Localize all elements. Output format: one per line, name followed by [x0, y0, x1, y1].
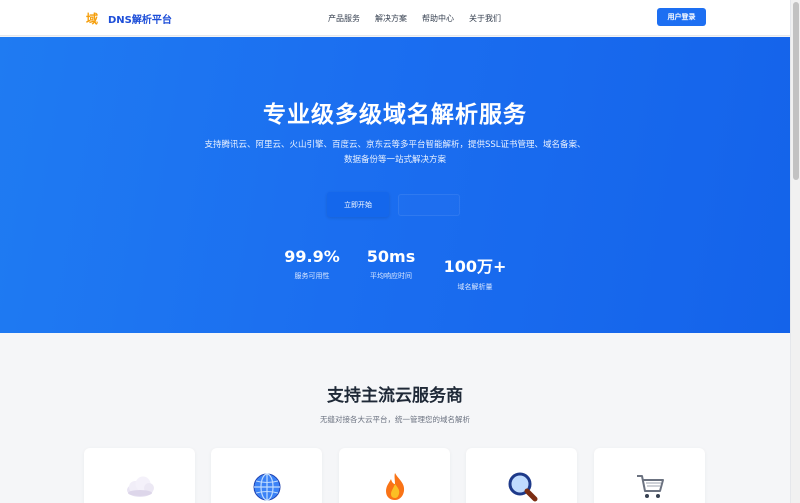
stat-resolution-volume: 100万+ 域名解析量 [435, 253, 515, 292]
providers-section: 支持主流云服务商 无缝对接各大云平台，统一管理您的域名解析 [0, 333, 790, 503]
vertical-scrollbar[interactable] [790, 0, 800, 503]
login-button[interactable]: 用户登录 [657, 8, 706, 26]
providers-title: 支持主流云服务商 [327, 386, 463, 406]
secondary-button[interactable] [398, 194, 460, 216]
shopping-cart-icon [637, 475, 664, 498]
provider-card[interactable] [339, 448, 450, 503]
start-button[interactable]: 立即开始 [327, 192, 389, 217]
logo-icon: 域 [86, 11, 99, 26]
nav-link-products[interactable]: 产品服务 [328, 13, 360, 24]
logo-text: DNS解析平台 [108, 14, 172, 26]
provider-card[interactable] [84, 448, 195, 503]
stat-label: 服务可用性 [294, 272, 330, 280]
logo[interactable]: 域 DNS解析平台 [86, 9, 172, 27]
fire-icon [386, 473, 405, 500]
hero-description-line-2: 数据备份等一站式解决方案 [343, 155, 446, 165]
stat-value: 50ms [366, 247, 416, 266]
stat-label: 平均响应时间 [370, 272, 412, 280]
nav-links: 产品服务 解决方案 帮助中心 关于我们 [328, 0, 516, 36]
nav-link-about[interactable]: 关于我们 [469, 13, 501, 24]
scrollbar-thumb[interactable] [793, 2, 799, 180]
providers-subtitle: 无缝对接各大云平台，统一管理您的域名解析 [320, 415, 470, 424]
provider-card[interactable] [211, 448, 322, 503]
top-navbar: 域 DNS解析平台 产品服务 解决方案 帮助中心 关于我们 用户登录 [0, 0, 790, 36]
globe-icon [253, 473, 281, 501]
stat-label: 域名解析量 [457, 283, 493, 291]
hero-description-line-1: 支持腾讯云、阿里云、火山引擎、百度云、京东云等多平台智能解析，提供SSL证书管理… [204, 140, 586, 150]
stat-value: 100万+ [443, 257, 507, 276]
hero-description: 支持腾讯云、阿里云、火山引擎、百度云、京东云等多平台智能解析，提供SSL证书管理… [180, 138, 610, 168]
nav-link-help[interactable]: 帮助中心 [422, 13, 454, 24]
hero-section: 专业级多级域名解析服务 支持腾讯云、阿里云、火山引擎、百度云、京东云等多平台智能… [0, 37, 790, 333]
cloud-icon [127, 476, 154, 497]
stat-value: 99.9% [284, 247, 340, 266]
stat-response-time: 50ms 平均响应时间 [351, 247, 431, 281]
stat-availability: 99.9% 服务可用性 [272, 247, 352, 281]
provider-card[interactable] [466, 448, 577, 503]
magnifier-icon [508, 472, 538, 502]
nav-link-solutions[interactable]: 解决方案 [375, 13, 407, 24]
provider-card[interactable] [594, 448, 705, 503]
hero-title: 专业级多级域名解析服务 [263, 102, 527, 128]
